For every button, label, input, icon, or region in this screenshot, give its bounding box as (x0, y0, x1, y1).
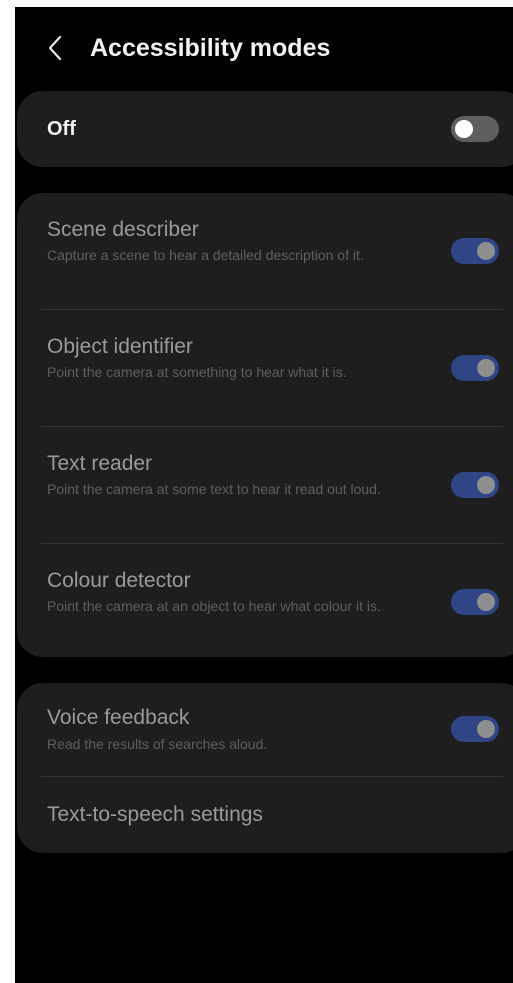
scene-describer-toggle[interactable] (451, 238, 499, 264)
scene-describer-row[interactable]: Scene describer Capture a scene to hear … (17, 193, 513, 309)
chevron-left-icon (48, 35, 62, 61)
text-reader-toggle[interactable] (451, 472, 499, 498)
master-switch-card: Off (17, 91, 513, 167)
voice-feedback-description: Read the results of searches aloud. (47, 736, 268, 752)
scene-describer-title: Scene describer (47, 218, 199, 241)
tts-settings-row[interactable]: Text-to-speech settings (17, 777, 513, 853)
object-identifier-description: Point the camera at something to hear wh… (47, 364, 347, 380)
colour-detector-description: Point the camera at an object to hear wh… (47, 598, 381, 614)
voice-feedback-title: Voice feedback (47, 706, 190, 729)
colour-detector-toggle[interactable] (451, 589, 499, 615)
toggle-knob (477, 359, 495, 377)
object-identifier-row[interactable]: Object identifier Point the camera at so… (17, 310, 513, 426)
toggle-knob (455, 120, 473, 138)
back-button[interactable] (41, 31, 71, 65)
toggle-knob (477, 242, 495, 260)
object-identifier-toggle[interactable] (451, 355, 499, 381)
voice-feedback-toggle[interactable] (451, 716, 499, 742)
text-reader-row[interactable]: Text reader Point the camera at some tex… (17, 427, 513, 543)
toggle-knob (477, 720, 495, 738)
master-toggle[interactable] (451, 116, 499, 142)
app-bar: Accessibility modes (15, 7, 513, 89)
accessibility-modes-screen: Accessibility modes Off Scene describer … (15, 7, 513, 983)
voice-feedback-row[interactable]: Voice feedback Read the results of searc… (17, 683, 513, 776)
toggle-knob (477, 476, 495, 494)
modes-card: Scene describer Capture a scene to hear … (17, 193, 513, 657)
colour-detector-row[interactable]: Colour detector Point the camera at an o… (17, 544, 513, 657)
toggle-knob (477, 593, 495, 611)
master-switch-label: Off (47, 118, 76, 140)
feedback-card: Voice feedback Read the results of searc… (17, 683, 513, 853)
colour-detector-title: Colour detector (47, 569, 191, 592)
master-switch-row[interactable]: Off (17, 91, 513, 167)
text-reader-title: Text reader (47, 452, 153, 475)
page-title: Accessibility modes (90, 34, 331, 62)
tts-settings-label: Text-to-speech settings (47, 803, 263, 826)
text-reader-description: Point the camera at some text to hear it… (47, 481, 381, 497)
scene-describer-description: Capture a scene to hear a detailed descr… (47, 247, 364, 263)
object-identifier-title: Object identifier (47, 335, 193, 358)
